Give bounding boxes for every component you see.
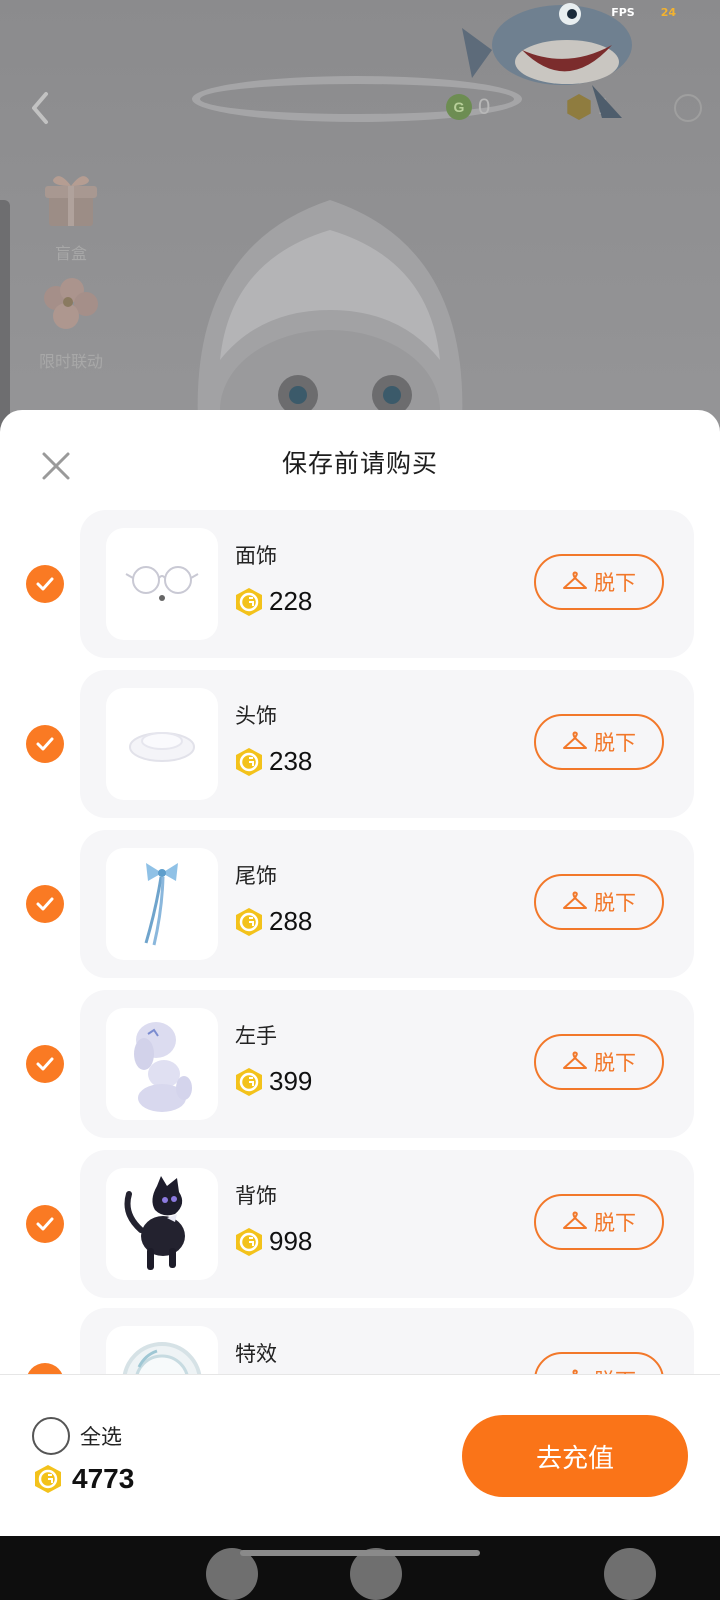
add-currency-button[interactable] [674, 94, 702, 122]
flower-icon [44, 278, 98, 329]
checkmark-icon [36, 737, 54, 751]
gift-box-icon [45, 176, 97, 226]
item-card: 左手 399 脱下 [80, 990, 694, 1138]
list-item: 左手 399 脱下 [0, 990, 720, 1138]
item-name: 特效 [235, 1342, 277, 1366]
item-price: 998 [235, 1226, 312, 1257]
remove-label: 脱下 [594, 1051, 636, 1075]
left-panel-edge [0, 200, 10, 440]
item-thumbnail [106, 1008, 218, 1120]
glasses-icon [125, 566, 199, 601]
checkmark-icon [36, 897, 54, 911]
item-price-value: 998 [269, 1226, 313, 1256]
ribbon-tail-icon [144, 863, 178, 946]
hanger-icon [563, 731, 587, 749]
item-name: 面饰 [235, 544, 277, 568]
plush-doll-icon [134, 1022, 192, 1112]
item-price: 399 [235, 1066, 312, 1097]
remove-button[interactable]: 脱下 [534, 714, 664, 770]
item-checkbox[interactable] [26, 725, 64, 763]
item-thumbnail [106, 688, 218, 800]
item-checkbox[interactable] [26, 565, 64, 603]
coin-icon [35, 1465, 61, 1493]
item-price-value: 288 [269, 906, 313, 936]
item-list: 面饰 228 脱下 头饰 238 脱下 尾饰 288 脱下 左手 399 脱下 … [0, 510, 720, 1380]
sheet-title: 保存前请购买 [281, 449, 438, 478]
system-nav-bar [0, 1536, 720, 1600]
select-all-radio[interactable] [32, 1417, 70, 1455]
item-checkbox[interactable] [26, 1045, 64, 1083]
item-card: 头饰 238 脱下 [80, 670, 694, 818]
select-all-toggle[interactable]: 全选 [32, 1417, 122, 1455]
home-indicator[interactable] [240, 1550, 480, 1556]
black-cat-icon [124, 1176, 185, 1270]
coin-icon [236, 747, 262, 776]
select-all-label: 全选 [80, 1425, 122, 1449]
recharge-button[interactable]: 去充值 [462, 1415, 688, 1497]
remove-button[interactable]: 脱下 [534, 554, 664, 610]
checkmark-icon [36, 1217, 54, 1231]
remove-label: 脱下 [594, 731, 636, 755]
item-price: 238 [235, 746, 312, 777]
item-card: 面饰 228 脱下 [80, 510, 694, 658]
item-card: 背饰 998 脱下 [80, 1150, 694, 1298]
item-thumbnail [106, 1326, 218, 1380]
back-arrow-icon[interactable] [26, 88, 56, 128]
checkmark-icon [36, 1057, 54, 1071]
item-thumbnail [106, 1168, 218, 1280]
item-price-value: 399 [269, 1066, 313, 1096]
remove-label: 脱下 [594, 571, 636, 595]
item-price-value: 238 [269, 746, 313, 776]
coin-icon [236, 1067, 262, 1096]
nav-bubble [604, 1548, 656, 1600]
coin-icon [236, 587, 262, 616]
hanger-icon [563, 571, 587, 589]
item-price: 228 [235, 586, 312, 617]
remove-label: 脱下 [594, 891, 636, 915]
item-thumbnail [106, 848, 218, 960]
coin-icon [236, 907, 262, 936]
item-name: 头饰 [235, 704, 277, 728]
hanger-icon [563, 1211, 587, 1229]
fps-value: 24 [660, 6, 676, 19]
remove-label: 脱下 [594, 1211, 636, 1235]
balance-value: 4773 [72, 1463, 135, 1494]
coin-balance: 4773 [34, 1463, 134, 1495]
item-price-value: 228 [269, 586, 313, 616]
list-item: 背饰 998 脱下 [0, 1150, 720, 1298]
checkmark-icon [36, 577, 54, 591]
item-card: 尾饰 288 脱下 [80, 830, 694, 978]
list-item: 头饰 238 脱下 [0, 670, 720, 818]
item-checkbox[interactable] [26, 1205, 64, 1243]
list-item: 特效 脱下 [0, 1308, 720, 1380]
item-card: 特效 脱下 [80, 1308, 694, 1380]
item-name: 背饰 [235, 1184, 277, 1208]
coin-icon [236, 1227, 262, 1256]
item-checkbox[interactable] [26, 885, 64, 923]
side-item-blind-box[interactable]: 盲盒 [36, 168, 106, 264]
side-item-label: 限时联动 [38, 352, 103, 371]
side-item-label: 盲盒 [54, 244, 87, 263]
list-item: 尾饰 288 脱下 [0, 830, 720, 978]
hanger-icon [563, 1051, 587, 1069]
item-name: 左手 [235, 1024, 277, 1048]
shark-pet-icon [462, 3, 632, 118]
list-item: 面饰 228 脱下 [0, 510, 720, 658]
item-price: 288 [235, 906, 312, 937]
hat-icon [129, 732, 195, 762]
remove-button[interactable]: 脱下 [534, 1034, 664, 1090]
hanger-icon [563, 891, 587, 909]
remove-button[interactable]: 脱下 [534, 874, 664, 930]
avatar-scene: FPS24 G 0 1 盲盒 限时联动 [0, 0, 720, 440]
item-thumbnail [106, 528, 218, 640]
item-name: 尾饰 [235, 864, 277, 888]
remove-button[interactable]: 脱下 [534, 1194, 664, 1250]
side-item-limited-collab[interactable]: 限时联动 [36, 276, 106, 372]
checkout-bar: 全选 4773 去充值 [0, 1374, 720, 1536]
avatar-character [197, 200, 463, 440]
